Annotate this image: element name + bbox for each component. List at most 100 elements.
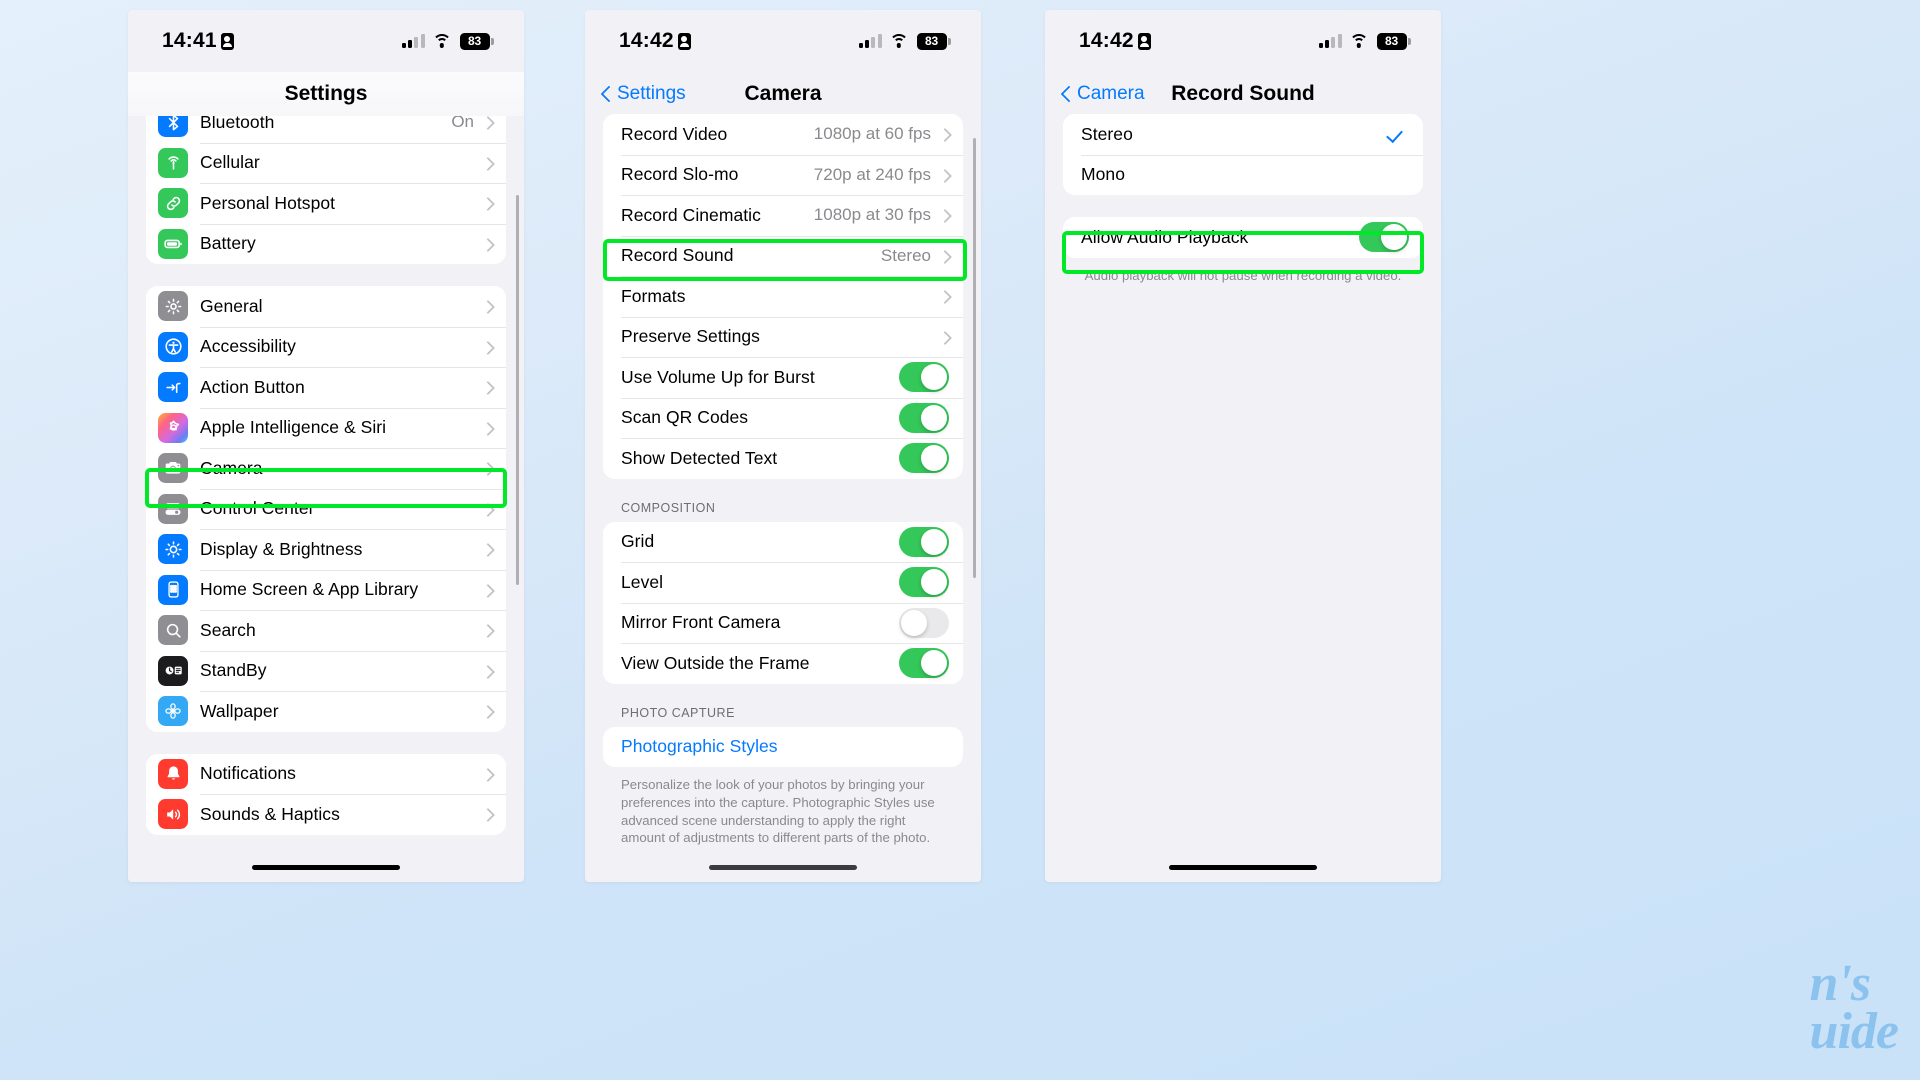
settings-row[interactable]: Scan QR Codes [603, 397, 963, 438]
settings-row[interactable]: Accessibility [146, 326, 506, 367]
record-sound-list[interactable]: Stereo Mono Allow Audio Playback Audio pl… [1045, 114, 1441, 882]
settings-row[interactable]: View Outside the Frame [603, 643, 963, 684]
status-bar: 14:42 83 [1045, 10, 1441, 72]
back-to-camera-button[interactable]: Camera [1061, 83, 1145, 105]
control-center-icon [158, 493, 188, 524]
chevron-right-icon [483, 461, 492, 476]
settings-row[interactable]: Notifications [146, 753, 506, 794]
settings-row[interactable]: Personal Hotspot [146, 183, 506, 224]
settings-row[interactable]: Use Volume Up for Burst [603, 357, 963, 398]
page-title: Settings [284, 82, 368, 105]
settings-row[interactable]: Mirror Front Camera [603, 602, 963, 643]
settings-row-label: Show Detected Text [621, 447, 778, 468]
cellular-bars-icon [1318, 34, 1342, 48]
home-indicator [709, 864, 857, 870]
notifications-bell-icon [158, 758, 188, 789]
settings-row[interactable]: Home Screen & App Library [146, 569, 506, 610]
settings-row-label: Accessibility [200, 336, 296, 357]
settings-row[interactable]: Camera [146, 448, 506, 489]
settings-row-label: Control Center [200, 498, 315, 519]
toggle-switch[interactable] [899, 567, 949, 598]
status-indicators: 83 [1318, 32, 1411, 50]
toggle-switch[interactable] [899, 362, 949, 393]
toggle-switch[interactable] [899, 526, 949, 557]
settings-row-label: Sounds & Haptics [200, 803, 340, 824]
action-button-icon [158, 372, 188, 403]
settings-row[interactable]: Grid [603, 521, 963, 562]
settings-row-label: Display & Brightness [200, 538, 363, 559]
settings-row-label: Record Cinematic [621, 204, 761, 225]
settings-row[interactable]: Search [146, 610, 506, 651]
settings-row-value: 1080p at 60 fps [813, 124, 931, 144]
settings-row[interactable]: Allow Audio Playback [1063, 217, 1423, 258]
toggle-switch[interactable] [899, 648, 949, 679]
settings-row[interactable]: Cellular [146, 142, 506, 183]
chevron-right-icon [940, 208, 949, 223]
settings-row[interactable]: StandBy [146, 650, 506, 691]
battery-percent: 83 [459, 32, 490, 50]
chevron-right-icon [483, 115, 492, 130]
status-time: 14:42 [619, 29, 691, 53]
scroll-indicator[interactable] [972, 138, 976, 578]
chevron-right-icon [483, 542, 492, 557]
settings-row-value: Stereo [880, 245, 931, 265]
apple-intelligence-icon [158, 412, 188, 443]
settings-row[interactable]: Show Detected Text [603, 438, 963, 479]
battery-tip [948, 37, 951, 45]
settings-row-label: Record Video [621, 123, 728, 144]
lock-portrait-icon [1137, 32, 1151, 50]
lock-portrait-icon [677, 32, 691, 50]
settings-row[interactable]: Level [603, 562, 963, 603]
scroll-indicator[interactable] [515, 195, 519, 585]
home-screen-icon [158, 574, 188, 605]
status-time-text: 14:42 [619, 29, 674, 52]
settings-row-label: Wallpaper [200, 700, 279, 721]
settings-row-label: View Outside the Frame [621, 652, 810, 673]
settings-row[interactable]: Wallpaper [146, 691, 506, 732]
settings-row-label: Cellular [200, 152, 260, 173]
chevron-left-icon [1061, 85, 1072, 104]
settings-row-label: Scan QR Codes [621, 407, 749, 428]
battery-icon [158, 228, 188, 259]
settings-row[interactable]: Preserve Settings [603, 316, 963, 357]
toggle-switch[interactable] [899, 607, 949, 638]
settings-row-label: Use Volume Up for Burst [621, 366, 815, 387]
choice-row[interactable]: Stereo [1063, 114, 1423, 155]
settings-row[interactable]: Record Slo-mo 720p at 240 fps [603, 154, 963, 195]
settings-row[interactable]: Control Center [146, 488, 506, 529]
battery-tip [491, 37, 494, 45]
toggle-switch[interactable] [899, 443, 949, 474]
wallpaper-icon [158, 696, 188, 727]
chevron-right-icon [940, 127, 949, 142]
settings-row[interactable]: Battery [146, 223, 506, 264]
toggle-switch[interactable] [899, 402, 949, 433]
section-header-photo-capture: PHOTO CAPTURE [621, 705, 735, 720]
battery-tip [1408, 37, 1411, 45]
settings-row-label: Action Button [200, 376, 305, 397]
toggle-switch[interactable] [1359, 222, 1409, 253]
choice-row-label: Stereo [1081, 123, 1133, 144]
settings-row[interactable]: Display & Brightness [146, 529, 506, 570]
settings-row[interactable]: Action Button [146, 367, 506, 408]
settings-row[interactable]: Photographic Styles [603, 726, 963, 767]
settings-row[interactable]: Sounds & Haptics [146, 794, 506, 835]
settings-row-label: Search [200, 619, 256, 640]
camera-settings-list[interactable]: Record Video 1080p at 60 fps Record Slo-mo… [585, 114, 981, 882]
settings-list[interactable]: Bluetooth On Cellular Personal Hotspot Batte… [128, 110, 524, 882]
settings-row[interactable]: General [146, 286, 506, 327]
toggle-knob [901, 609, 927, 636]
photographic-styles-description: Personalize the look of your photos by b… [621, 777, 935, 846]
chevron-right-icon [483, 339, 492, 354]
settings-row[interactable]: Record Video 1080p at 60 fps [603, 114, 963, 155]
choice-row[interactable]: Mono [1063, 154, 1423, 195]
settings-row[interactable]: Record Sound Stereo [603, 235, 963, 276]
back-to-settings-button[interactable]: Settings [601, 83, 686, 105]
settings-row-label: General [200, 295, 263, 316]
settings-group-notifications: Notifications Sounds & Haptics [146, 753, 506, 835]
lock-portrait-icon [220, 32, 234, 50]
settings-row[interactable]: Formats [603, 276, 963, 317]
settings-row[interactable]: Record Cinematic 1080p at 30 fps [603, 195, 963, 236]
wifi-icon [1349, 34, 1369, 48]
settings-row[interactable]: Apple Intelligence & Siri [146, 407, 506, 448]
chevron-right-icon [483, 501, 492, 516]
